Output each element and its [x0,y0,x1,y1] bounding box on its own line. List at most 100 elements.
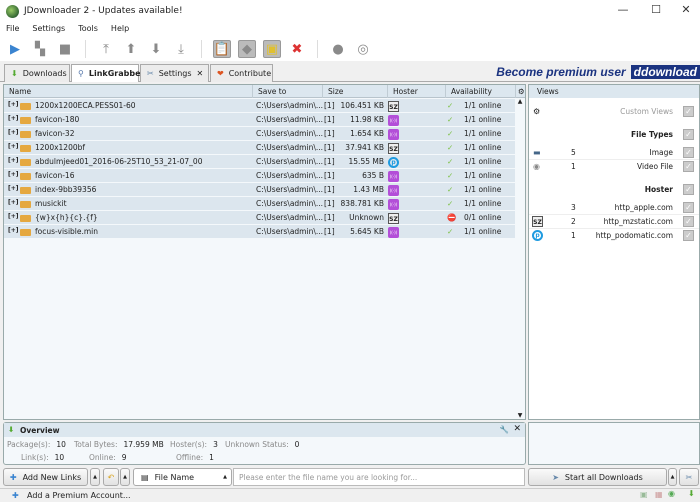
row-size: 1.654 KB [350,129,384,138]
checkbox[interactable]: ✓ [683,216,694,227]
expand-icon[interactable]: [+] [8,157,19,164]
checkbox[interactable]: ✓ [683,184,694,195]
menu-help[interactable]: Help [105,22,136,37]
table-row[interactable]: [+] focus-visible.min C:\Users\admin\... [1… [4,225,515,239]
expand-icon[interactable]: [+] [8,185,19,192]
move-down-icon[interactable]: ⬇ [147,40,165,58]
search-field-select[interactable]: ▤ File Name ▲ [133,468,232,486]
tab-settings[interactable]: ✂ Settings ✕ [140,64,209,82]
add-links-dropdown[interactable]: ▲ [90,468,100,486]
close-overview-icon[interactable]: ✕ [513,424,521,434]
checkbox[interactable]: ✓ [683,129,694,140]
menu-file[interactable]: File [0,22,26,37]
custom-views-row[interactable]: ⚙ Custom Views ✓ [529,105,699,119]
hoster-row[interactable]: Hoster ✓ [529,183,699,197]
file-types-row[interactable]: File Types ✓ [529,128,699,142]
table-row[interactable]: [+] index-9bb39356 C:\Users\admin\... [1] 1.… [4,183,515,197]
podomatic-hoster-icon: p [388,157,399,168]
expand-icon[interactable]: [+] [8,129,19,136]
status-icon[interactable]: ▦ [655,490,663,499]
minimize-button[interactable]: — [613,3,633,16]
move-top-icon[interactable]: ⤒ [97,40,115,58]
expand-icon[interactable]: [+] [8,115,19,122]
expand-icon[interactable]: [+] [8,227,19,234]
podcast-hoster-icon: ((·)) [388,227,399,238]
table-row[interactable]: [+] favicon-16 C:\Users\admin\... [1] 635 B (… [4,169,515,183]
update-icon[interactable]: ● [329,40,347,58]
column-settings-icon[interactable]: ⚙ [516,85,526,98]
column-name[interactable]: Name [4,85,253,98]
column-availability[interactable]: Availability [446,85,516,98]
expand-icon[interactable]: [+] [8,199,19,206]
checkbox[interactable]: ✓ [683,106,694,117]
checkbox[interactable]: ✓ [683,161,694,172]
silent-mode-icon[interactable]: ✖ [288,40,306,58]
maximize-button[interactable]: ☐ [646,3,666,16]
scroll-up-icon[interactable]: ▲ [515,98,525,105]
checkbox[interactable]: ✓ [683,147,694,158]
package-icon [20,229,31,236]
check-icon: ✓ [447,171,454,180]
wrench-icon[interactable]: 🔧 [500,425,509,434]
move-up-icon[interactable]: ⬆ [122,40,140,58]
table-row[interactable]: [+] favicon-32 C:\Users\admin\... [1] 1.654 … [4,127,515,141]
download-status-icon[interactable]: ⬇ [688,489,695,498]
close-button[interactable]: ✕ [676,3,696,16]
add-premium-account-link[interactable]: Add a Premium Account... [27,491,131,500]
scrollbar[interactable]: ▲ ▼ [515,98,525,419]
podcast-hoster-icon: ((·)) [388,185,399,196]
table-row[interactable]: [+] abdulmjeed01_2016-06-25T10_53_21-07_0… [4,155,515,169]
tab-downloads[interactable]: ⬇ Downloads [4,64,70,82]
tab-linkgrabber[interactable]: ⚲ LinkGrabber [71,64,144,82]
table-row[interactable]: [+] {w}x{h}{c}.{f} C:\Users\admin\... [1] Un… [4,211,515,225]
mzstatic-hoster-icon: SZ [388,213,399,224]
stop-icon[interactable]: ■ [56,40,74,58]
table-row[interactable]: [+] 1200x1200bf C:\Users\admin\... [1] 37.94… [4,141,515,155]
start-dropdown[interactable]: ▲ [668,468,677,486]
view-item-mzstatic[interactable]: SZ 2 http_mzstatic.com ✓ [529,215,699,229]
scroll-down-icon[interactable]: ▼ [515,412,525,419]
check-icon: ✓ [447,143,454,152]
menu-tools[interactable]: Tools [72,22,105,37]
clipboard-icon[interactable]: 📋 [213,40,231,58]
premium-icon[interactable]: ▣ [263,40,281,58]
total-bytes-stat: Total Bytes: 17.959 MB [74,440,164,449]
value: 10 [56,440,66,449]
table-row[interactable]: [+] 1200x1200ECA.PESS01-60 C:\Users\admin\… [4,99,515,113]
checkbox[interactable]: ✓ [683,230,694,241]
table-row[interactable]: [+] musickit C:\Users\admin\... [1] 838.781 … [4,197,515,211]
expand-icon[interactable]: [+] [8,143,19,150]
start-icon[interactable]: ▶ [6,40,24,58]
view-item-video[interactable]: ◉ 1 Video File ✓ [529,160,699,174]
add-new-links-button[interactable]: ✚ Add New Links [3,468,88,486]
view-item-apple[interactable]: 3 http_apple.com ✓ [529,201,699,215]
tools-button[interactable]: ✂ [679,468,699,486]
undo-button[interactable]: ↶ [103,468,119,486]
column-size[interactable]: Size [323,85,388,98]
column-save-to[interactable]: Save to [253,85,323,98]
premium-banner[interactable]: Become premium user ddownload [496,64,700,80]
pause-icon[interactable]: ▚ [31,40,49,58]
move-bottom-icon[interactable]: ⤓ [172,40,190,58]
reconnect-icon[interactable]: ◆ [238,40,256,58]
view-item-image[interactable]: ▬ 5 Image ✓ [529,146,699,160]
row-count: [1] [324,171,335,180]
column-hoster[interactable]: Hoster [388,85,446,98]
checkbox[interactable]: ✓ [683,202,694,213]
table-row[interactable]: [+] favicon-180 C:\Users\admin\... [1] 11.98… [4,113,515,127]
view-item-podomatic[interactable]: p 1 http_podomatic.com ✓ [529,229,699,243]
search-input[interactable]: Please enter the file name you are looki… [233,468,525,486]
expand-icon[interactable]: [+] [8,213,19,220]
undo-dropdown[interactable]: ▲ [120,468,130,486]
close-tab-icon[interactable]: ✕ [197,69,204,78]
reconnect-status-icon[interactable]: ◉ [668,489,675,498]
package-icon [20,159,31,166]
menu-settings[interactable]: Settings [26,22,72,37]
check-icon: ✓ [447,227,454,236]
tab-contribute[interactable]: ❤ Contribute [210,64,273,82]
globe-icon[interactable]: ◎ [354,40,372,58]
expand-icon[interactable]: [+] [8,101,19,108]
start-all-downloads-button[interactable]: ➤ Start all Downloads [528,468,667,486]
expand-icon[interactable]: [+] [8,171,19,178]
status-icon[interactable]: ▣ [640,490,648,499]
